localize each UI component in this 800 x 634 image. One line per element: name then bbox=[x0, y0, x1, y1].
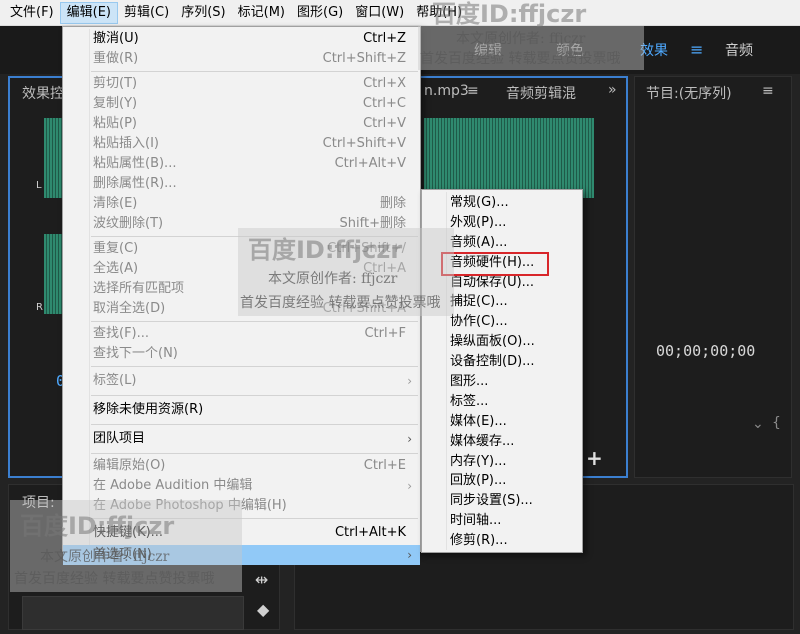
pref-audio-hardware[interactable]: 音频硬件(H)... bbox=[422, 253, 582, 273]
menu-markers[interactable]: 标记(M) bbox=[232, 2, 291, 24]
menu-item-paste[interactable]: 粘贴(P) Ctrl+V bbox=[63, 114, 420, 134]
add-marker-icon[interactable]: ⌄ bbox=[752, 416, 764, 432]
workspace-menu-icon[interactable]: ≡ bbox=[690, 40, 703, 59]
edit-menu: 撤消(U) Ctrl+Z 重做(R) Ctrl+Shift+Z 剪切(T) Ctrl+… bbox=[62, 26, 421, 565]
program-timecode: 00;00;00;00 bbox=[656, 342, 756, 360]
pref-memory[interactable]: 内存(Y)... bbox=[422, 452, 582, 472]
preferences-submenu: 常规(G)... 外观(P)... 音频(A)... 音频硬件(H)... 自动… bbox=[421, 189, 583, 553]
tab-menu-icon[interactable]: ≡ bbox=[467, 83, 479, 99]
pref-audio[interactable]: 音频(A)... bbox=[422, 233, 582, 253]
menu-item-preferences[interactable]: 首选项(N) › bbox=[63, 545, 420, 565]
menu-item-copy[interactable]: 复制(Y) Ctrl+C bbox=[63, 94, 420, 114]
waveform-right bbox=[44, 234, 64, 314]
pref-labels[interactable]: 标签... bbox=[422, 392, 582, 412]
menu-item-duplicate[interactable]: 重复(C) Ctrl+Shift+/ bbox=[63, 239, 420, 259]
chevron-right-icon: › bbox=[407, 432, 412, 446]
menu-item-undo[interactable]: 撤消(U) Ctrl+Z bbox=[63, 29, 420, 49]
workspace-edit[interactable]: 编辑 bbox=[474, 40, 502, 60]
tab-effect-controls[interactable]: 效果控 bbox=[22, 83, 64, 103]
menu-item-remove-attributes[interactable]: 删除属性(R)... bbox=[63, 174, 420, 194]
program-panel bbox=[634, 76, 792, 478]
menu-item-paste-attributes[interactable]: 粘贴属性(B)... Ctrl+Alt+V bbox=[63, 154, 420, 174]
pref-appearance[interactable]: 外观(P)... bbox=[422, 213, 582, 233]
menu-item-deselect-all[interactable]: 取消全选(D) Ctrl+Shift+A bbox=[63, 299, 420, 319]
workspace-effects[interactable]: 效果 bbox=[640, 40, 668, 60]
menu-separator bbox=[91, 453, 418, 454]
pref-media-cache[interactable]: 媒体缓存... bbox=[422, 432, 582, 452]
menu-item-cut[interactable]: 剪切(T) Ctrl+X bbox=[63, 74, 420, 94]
menu-item-edit-in-photoshop[interactable]: 在 Adobe Photoshop 中编辑(H) bbox=[63, 496, 420, 516]
project-title[interactable]: 项目: bbox=[22, 492, 55, 512]
menu-graphics[interactable]: 图形(G) bbox=[291, 2, 349, 24]
menu-item-clear[interactable]: 清除(E) 删除 bbox=[63, 194, 420, 214]
menu-separator bbox=[91, 395, 418, 396]
pref-timeline[interactable]: 时间轴... bbox=[422, 511, 582, 531]
pref-control-surface[interactable]: 操纵面板(O)... bbox=[422, 332, 582, 352]
menu-separator bbox=[91, 424, 418, 425]
pref-device-control[interactable]: 设备控制(D)... bbox=[422, 352, 582, 372]
menu-item-edit-in-audition[interactable]: 在 Adobe Audition 中编辑 › bbox=[63, 476, 420, 496]
overflow-icon[interactable]: » bbox=[608, 82, 617, 98]
pref-sync-settings[interactable]: 同步设置(S)... bbox=[422, 491, 582, 511]
menu-bar: 文件(F) 编辑(E) 剪辑(C) 序列(S) 标记(M) 图形(G) 窗口(W… bbox=[0, 0, 800, 26]
menu-item-edit-original[interactable]: 编辑原始(O) Ctrl+E bbox=[63, 456, 420, 476]
pref-media[interactable]: 媒体(E)... bbox=[422, 412, 582, 432]
menu-sequence[interactable]: 序列(S) bbox=[175, 2, 231, 24]
menu-item-label[interactable]: 标签(L) › bbox=[63, 369, 420, 393]
tab-audio-clip-mixer[interactable]: 音频剪辑混 bbox=[506, 83, 576, 103]
pref-auto-save[interactable]: 自动保存(U)... bbox=[422, 273, 582, 293]
pref-trim[interactable]: 修剪(R)... bbox=[422, 531, 582, 551]
chevron-right-icon: › bbox=[407, 479, 412, 493]
menu-separator bbox=[91, 71, 418, 72]
tab-source-file[interactable]: n.mp3 bbox=[424, 83, 469, 99]
pref-general[interactable]: 常规(G)... bbox=[422, 193, 582, 213]
menu-item-ripple-delete[interactable]: 波纹删除(T) Shift+删除 bbox=[63, 214, 420, 234]
workspace-audio[interactable]: 音频 bbox=[725, 40, 753, 60]
channel-r-label: R bbox=[36, 302, 43, 313]
project-thumbnail bbox=[22, 596, 244, 630]
menu-item-select-all[interactable]: 全选(A) Ctrl+A bbox=[63, 259, 420, 279]
menu-item-redo[interactable]: 重做(R) Ctrl+Shift+Z bbox=[63, 49, 420, 69]
program-menu-icon[interactable]: ≡ bbox=[762, 83, 774, 99]
chevron-right-icon: › bbox=[407, 374, 412, 388]
menu-file[interactable]: 文件(F) bbox=[4, 2, 60, 24]
menu-clip[interactable]: 剪辑(C) bbox=[118, 2, 175, 24]
pref-playback[interactable]: 回放(P)... bbox=[422, 471, 582, 491]
menu-separator bbox=[91, 321, 418, 322]
menu-separator bbox=[91, 518, 418, 519]
menu-item-remove-unused[interactable]: 移除未使用资源(R) bbox=[63, 398, 420, 422]
menu-help[interactable]: 帮助(H) bbox=[410, 2, 468, 24]
add-button[interactable]: + bbox=[586, 446, 603, 470]
menu-window[interactable]: 窗口(W) bbox=[349, 2, 410, 24]
workspace-color[interactable]: 颜色 bbox=[556, 40, 584, 60]
waveform-main bbox=[424, 118, 594, 198]
menu-item-find[interactable]: 查找(F)... Ctrl+F bbox=[63, 324, 420, 344]
in-point-icon[interactable]: { bbox=[772, 415, 781, 431]
waveform-left bbox=[44, 118, 64, 198]
razor-tool-icon[interactable]: ◆ bbox=[257, 600, 269, 619]
menu-item-keyboard-shortcuts[interactable]: 快捷键(K)... Ctrl+Alt+K bbox=[63, 521, 420, 545]
program-title[interactable]: 节目:(无序列) bbox=[646, 83, 732, 103]
pref-capture[interactable]: 捕捉(C)... bbox=[422, 292, 582, 312]
ripple-edit-tool-icon[interactable]: ⇹ bbox=[255, 570, 268, 589]
pref-graphics[interactable]: 图形... bbox=[422, 372, 582, 392]
menu-edit[interactable]: 编辑(E) bbox=[59, 1, 118, 24]
menu-item-select-all-matching[interactable]: 选择所有匹配项 bbox=[63, 279, 420, 299]
menu-item-team-project[interactable]: 团队项目 › bbox=[63, 427, 420, 451]
pref-collaboration[interactable]: 协作(C)... bbox=[422, 312, 582, 332]
menu-separator bbox=[91, 366, 418, 367]
chevron-right-icon: › bbox=[407, 548, 412, 562]
channel-l-label: L bbox=[36, 180, 42, 191]
menu-separator bbox=[91, 236, 418, 237]
menu-item-paste-insert[interactable]: 粘贴插入(I) Ctrl+Shift+V bbox=[63, 134, 420, 154]
menu-item-find-next[interactable]: 查找下一个(N) bbox=[63, 344, 420, 364]
